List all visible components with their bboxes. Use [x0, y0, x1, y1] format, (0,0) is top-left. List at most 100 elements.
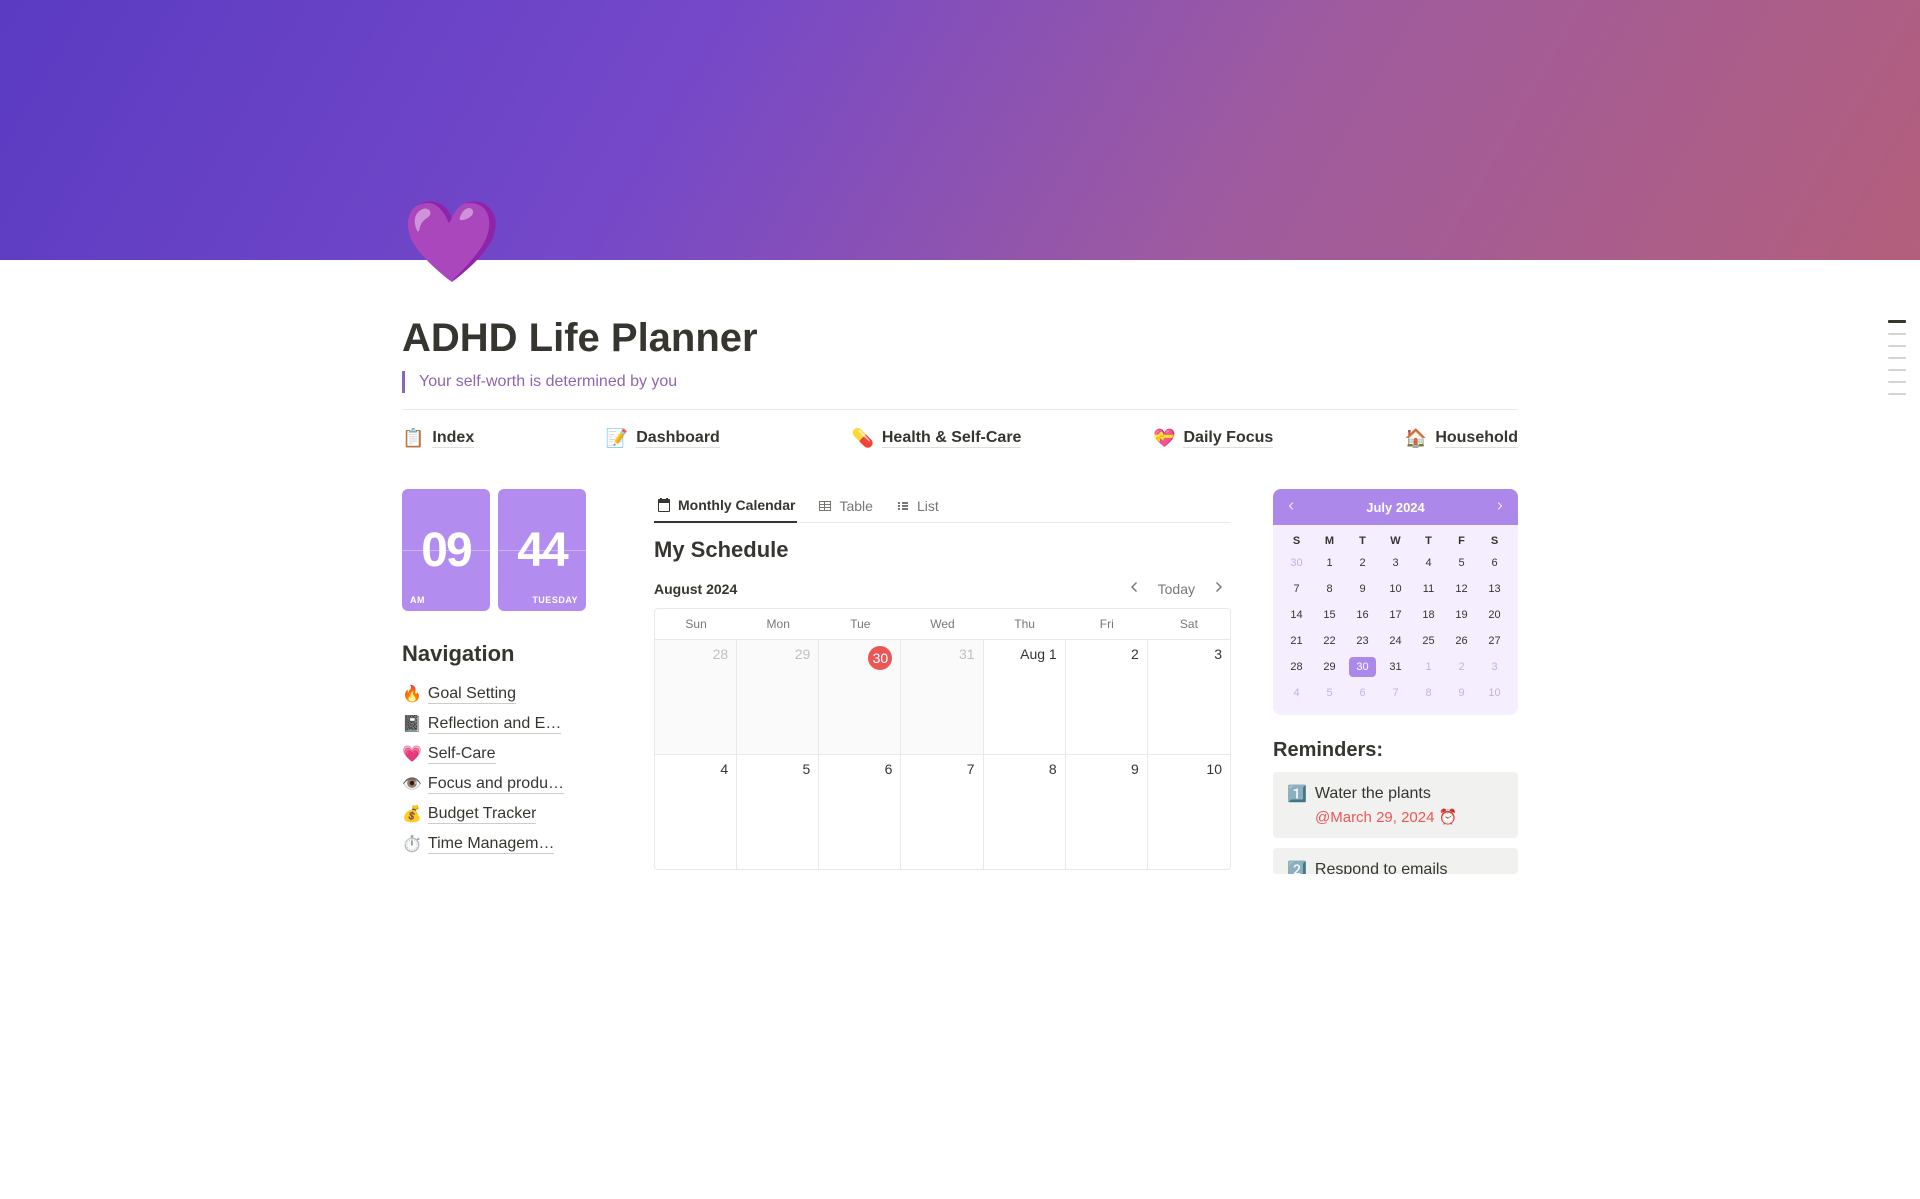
- calendar-day[interactable]: 30: [819, 639, 901, 754]
- mini-day[interactable]: 5: [1316, 683, 1343, 703]
- month-label: August 2024: [654, 581, 737, 597]
- mini-day[interactable]: 2: [1349, 553, 1376, 573]
- view-tab-table[interactable]: Table: [815, 490, 874, 522]
- day-number: 30: [868, 646, 892, 670]
- calendar-day[interactable]: 29: [737, 639, 819, 754]
- calendar-day[interactable]: 9: [1066, 754, 1148, 869]
- outline-item[interactable]: [1888, 345, 1906, 347]
- calendar-day[interactable]: 6: [819, 754, 901, 869]
- mini-next-button[interactable]: [1494, 499, 1506, 515]
- mini-day[interactable]: 13: [1481, 579, 1508, 599]
- calendar-day[interactable]: 10: [1148, 754, 1230, 869]
- calendar-day[interactable]: 2: [1066, 639, 1148, 754]
- view-tab-label: Table: [839, 498, 872, 514]
- nav-item[interactable]: 🔥Goal Setting: [402, 679, 612, 709]
- mini-day[interactable]: 27: [1481, 631, 1508, 651]
- left-column: 09 AM 44 TUESDAY Navigation 🔥Goal Settin…: [402, 489, 612, 884]
- calendar-day[interactable]: 8: [984, 754, 1066, 869]
- mini-day[interactable]: 30: [1283, 553, 1310, 573]
- outline-item[interactable]: [1888, 320, 1906, 323]
- top-nav-item-household[interactable]: 🏠Household: [1405, 428, 1518, 449]
- calendar: SunMonTueWedThuFriSat 28293031Aug 123456…: [654, 608, 1231, 870]
- mini-day[interactable]: 12: [1448, 579, 1475, 599]
- outline-item[interactable]: [1888, 393, 1906, 395]
- nav-item[interactable]: ⏱️Time Managem…: [402, 829, 612, 859]
- top-nav-item-daily-focus[interactable]: 💝Daily Focus: [1153, 428, 1273, 449]
- next-month-button[interactable]: [1207, 577, 1231, 600]
- mini-day[interactable]: 28: [1283, 657, 1310, 677]
- calendar-day[interactable]: 31: [901, 639, 983, 754]
- mini-day[interactable]: 4: [1415, 553, 1442, 573]
- mini-day[interactable]: 24: [1382, 631, 1409, 651]
- mini-day[interactable]: 4: [1283, 683, 1310, 703]
- calendar-day[interactable]: 4: [655, 754, 737, 869]
- nav-item[interactable]: 💗Self-Care: [402, 739, 612, 769]
- mini-day[interactable]: 9: [1349, 579, 1376, 599]
- mini-day[interactable]: 19: [1448, 605, 1475, 625]
- mini-prev-button[interactable]: [1285, 499, 1297, 515]
- calendar-day[interactable]: 3: [1148, 639, 1230, 754]
- page-outline[interactable]: [1888, 320, 1906, 395]
- calendar-day[interactable]: 28: [655, 639, 737, 754]
- mini-day[interactable]: 10: [1481, 683, 1508, 703]
- mini-day[interactable]: 25: [1415, 631, 1442, 651]
- outline-item[interactable]: [1888, 381, 1906, 383]
- calendar-day[interactable]: 5: [737, 754, 819, 869]
- mini-day[interactable]: 17: [1382, 605, 1409, 625]
- today-button[interactable]: Today: [1158, 581, 1195, 597]
- nav-item-label: Budget Tracker: [428, 805, 537, 824]
- mini-day[interactable]: 20: [1481, 605, 1508, 625]
- mini-day[interactable]: 8: [1316, 579, 1343, 599]
- mini-day[interactable]: 1: [1415, 657, 1442, 677]
- mini-day[interactable]: 6: [1349, 683, 1376, 703]
- nav-item[interactable]: 📓Reflection and E…: [402, 709, 612, 739]
- mini-day[interactable]: 15: [1316, 605, 1343, 625]
- mini-day[interactable]: 7: [1283, 579, 1310, 599]
- outline-item[interactable]: [1888, 357, 1906, 359]
- mini-day[interactable]: 2: [1448, 657, 1475, 677]
- mini-calendar-title: July 2024: [1366, 500, 1425, 515]
- calendar-day[interactable]: Aug 1: [984, 639, 1066, 754]
- view-tab-list[interactable]: List: [893, 490, 941, 522]
- mini-day[interactable]: 22: [1316, 631, 1343, 651]
- mini-day[interactable]: 29: [1316, 657, 1343, 677]
- mini-day[interactable]: 21: [1283, 631, 1310, 651]
- mini-day[interactable]: 3: [1481, 657, 1508, 677]
- nav-emoji: 💊: [851, 428, 873, 449]
- day-number: 10: [1206, 761, 1222, 777]
- mini-day[interactable]: 14: [1283, 605, 1310, 625]
- outline-item[interactable]: [1888, 369, 1906, 371]
- mini-day[interactable]: 26: [1448, 631, 1475, 651]
- nav-item[interactable]: 💰Budget Tracker: [402, 799, 612, 829]
- mini-day[interactable]: 6: [1481, 553, 1508, 573]
- reminder-item[interactable]: 2️⃣Respond to emails: [1273, 848, 1518, 874]
- mini-dow: W: [1382, 535, 1409, 547]
- top-nav-item-health-self-care[interactable]: 💊Health & Self-Care: [851, 428, 1021, 449]
- mini-day[interactable]: 10: [1382, 579, 1409, 599]
- prev-month-button[interactable]: [1122, 577, 1146, 600]
- mini-day[interactable]: 3: [1382, 553, 1409, 573]
- view-tab-label: Monthly Calendar: [678, 497, 795, 513]
- quote-block: Your self-worth is determined by you: [402, 371, 1518, 393]
- calendar-day[interactable]: 7: [901, 754, 983, 869]
- mini-day[interactable]: 9: [1448, 683, 1475, 703]
- outline-item[interactable]: [1888, 333, 1906, 335]
- mini-day[interactable]: 30: [1349, 657, 1376, 677]
- nav-item-emoji: 💗: [402, 744, 422, 764]
- mini-day[interactable]: 31: [1382, 657, 1409, 677]
- mini-day[interactable]: 8: [1415, 683, 1442, 703]
- top-nav-item-dashboard[interactable]: 📝Dashboard: [606, 428, 720, 449]
- nav-item-emoji: 📓: [402, 714, 422, 734]
- mini-day[interactable]: 11: [1415, 579, 1442, 599]
- mini-day[interactable]: 5: [1448, 553, 1475, 573]
- mini-day[interactable]: 7: [1382, 683, 1409, 703]
- mini-day[interactable]: 23: [1349, 631, 1376, 651]
- top-nav-item-index[interactable]: 📋Index: [402, 428, 474, 449]
- mini-day[interactable]: 18: [1415, 605, 1442, 625]
- reminder-item[interactable]: 1️⃣Water the plants@March 29, 2024 ⏰: [1273, 772, 1518, 838]
- mini-day[interactable]: 16: [1349, 605, 1376, 625]
- nav-item[interactable]: 👁️Focus and produ…: [402, 769, 612, 799]
- mini-day[interactable]: 1: [1316, 553, 1343, 573]
- view-tab-monthly-calendar[interactable]: Monthly Calendar: [654, 489, 797, 523]
- day-number: 31: [959, 646, 975, 662]
